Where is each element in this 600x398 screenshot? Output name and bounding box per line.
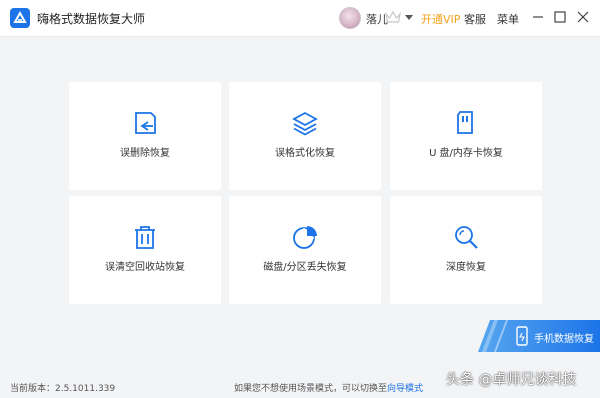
version-text: 当前版本：2.5.1011.339 (10, 384, 116, 394)
watermark: 头条 @卓师兄谈科技 (446, 372, 577, 388)
card-partition-recovery[interactable]: 磁盘/分区丢失恢复 (229, 196, 381, 304)
sd-card-icon (457, 111, 473, 134)
app-logo-icon (10, 8, 30, 28)
card-deep-recovery[interactable]: 深度恢复 (390, 196, 542, 304)
mode-hint: 如果您不想使用场景模式，可以切换至向导模式 (234, 381, 423, 394)
card-usb-recovery[interactable]: U 盘/内存卡恢复 (390, 82, 542, 190)
chevron-down-icon[interactable] (405, 15, 413, 21)
card-format-recovery[interactable]: 误格式化恢复 (229, 82, 381, 190)
menu-link[interactable]: 菜单 (497, 11, 519, 27)
crown-icon (385, 10, 401, 23)
card-label: U 盘/内存卡恢复 (429, 148, 503, 159)
card-label: 误清空回收站恢复 (105, 262, 185, 273)
pie-chart-icon (293, 226, 317, 249)
close-icon[interactable] (576, 10, 590, 24)
card-label: 误格式化恢复 (275, 148, 335, 159)
layers-icon (292, 111, 318, 136)
title-bar: 嗨格式数据恢复大师 落儿 开通VIP 客服 菜单 (0, 0, 600, 37)
guide-mode-link[interactable]: 向导模式 (387, 384, 423, 394)
maximize-icon[interactable] (553, 10, 567, 24)
minimize-icon[interactable] (531, 10, 545, 24)
mobile-recovery-button[interactable]: 手机数据恢复 (478, 320, 600, 352)
card-recycle-bin-recovery[interactable]: 误清空回收站恢复 (69, 196, 221, 304)
mode-hint-text: 如果您不想使用场景模式，可以切换至 (234, 384, 388, 394)
card-label: 深度恢复 (446, 262, 486, 273)
deleted-file-icon (135, 112, 156, 134)
magnifier-icon (455, 226, 478, 249)
card-label: 磁盘/分区丢失恢复 (263, 262, 347, 273)
card-deleted-recovery[interactable]: 误删除恢复 (69, 82, 221, 190)
service-link[interactable]: 客服 (464, 11, 486, 27)
card-label: 误删除恢复 (120, 148, 170, 159)
avatar[interactable] (339, 7, 361, 29)
mobile-recovery-label: 手机数据恢复 (534, 334, 594, 345)
vip-link[interactable]: 开通VIP (421, 11, 460, 27)
app-title: 嗨格式数据恢复大师 (37, 12, 146, 26)
trash-icon (135, 226, 155, 249)
phone-icon (516, 326, 528, 346)
